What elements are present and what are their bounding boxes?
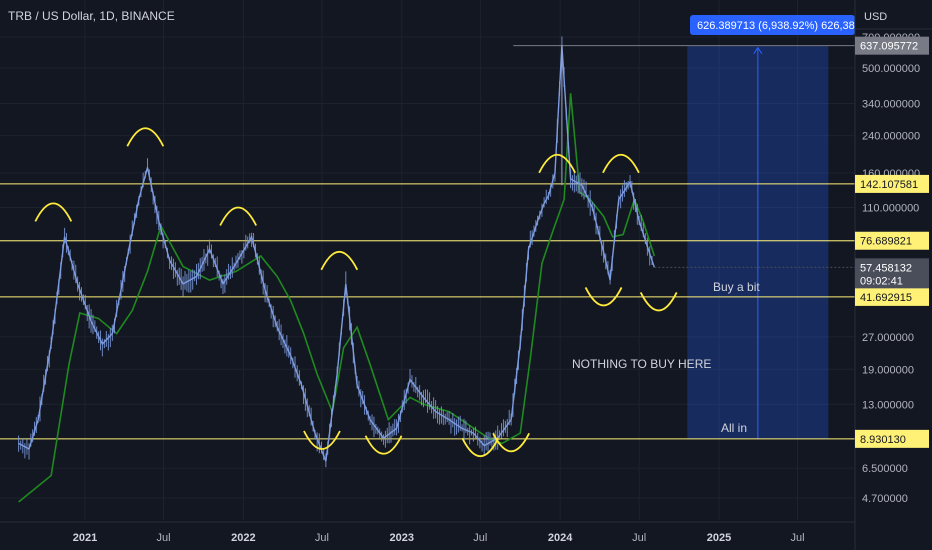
x-tick-label: 2021 [73, 532, 97, 544]
currency-label[interactable]: USD [864, 11, 887, 23]
x-tick-label: Jul [632, 532, 646, 544]
measure-label-text: 626.389713 (6,938.92%) 626,389, [697, 20, 864, 32]
x-tick-label: Jul [157, 532, 171, 544]
countdown-text: 09:02:41 [860, 275, 903, 287]
x-tick-label: Jul [473, 532, 487, 544]
price-chart[interactable]: 626.389713 (6,938.92%) 626,389, Buy a bi… [0, 0, 932, 550]
level-price-label-3-text: 8.930130 [860, 434, 906, 446]
x-tick-label: 2024 [548, 532, 573, 544]
peak-price-label: 637.095772 [855, 36, 929, 55]
x-tick-label: 2025 [707, 532, 731, 544]
level-price-label-0: 142.107581 [855, 174, 929, 193]
annotation-buy-a-bit: Buy a bit [713, 280, 760, 294]
y-tick-label: 240.000000 [862, 131, 920, 143]
y-tick-label: 13.000000 [862, 399, 914, 411]
annotation-nothing-to-buy: NOTHING TO BUY HERE [572, 357, 711, 371]
annotation-all-in: All in [721, 421, 747, 435]
y-tick-label: 6.500000 [862, 463, 908, 475]
last-price-text: 57.458132 [860, 262, 912, 274]
y-tick-label: 340.000000 [862, 99, 920, 111]
level-price-label-3: 8.930130 [855, 429, 929, 448]
level-price-label-1: 76.689821 [855, 231, 929, 250]
x-tick-label: Jul [315, 532, 329, 544]
x-tick-label: 2023 [390, 532, 414, 544]
x-tick-label: Jul [791, 532, 805, 544]
symbol-title: TRB / US Dollar, 1D, BINANCE [8, 9, 175, 23]
y-tick-label: 110.000000 [862, 203, 919, 215]
y-tick-label: 19.000000 [862, 364, 914, 376]
measure-label: 626.389713 (6,938.92%) 626,389, [690, 15, 864, 35]
y-tick-label: 27.000000 [862, 332, 914, 344]
level-price-label-2: 41.692915 [855, 287, 929, 306]
level-price-label-0-text: 142.107581 [860, 179, 918, 191]
x-tick-label: 2022 [231, 532, 255, 544]
peak-price-label-text: 637.095772 [860, 41, 918, 53]
level-price-label-1-text: 76.689821 [860, 236, 912, 248]
last-price-label: 57.45813209:02:41 [855, 258, 929, 289]
y-tick-label: 500.000000 [862, 63, 920, 75]
level-price-label-2-text: 41.692915 [860, 292, 912, 304]
y-tick-label: 4.700000 [862, 493, 908, 505]
